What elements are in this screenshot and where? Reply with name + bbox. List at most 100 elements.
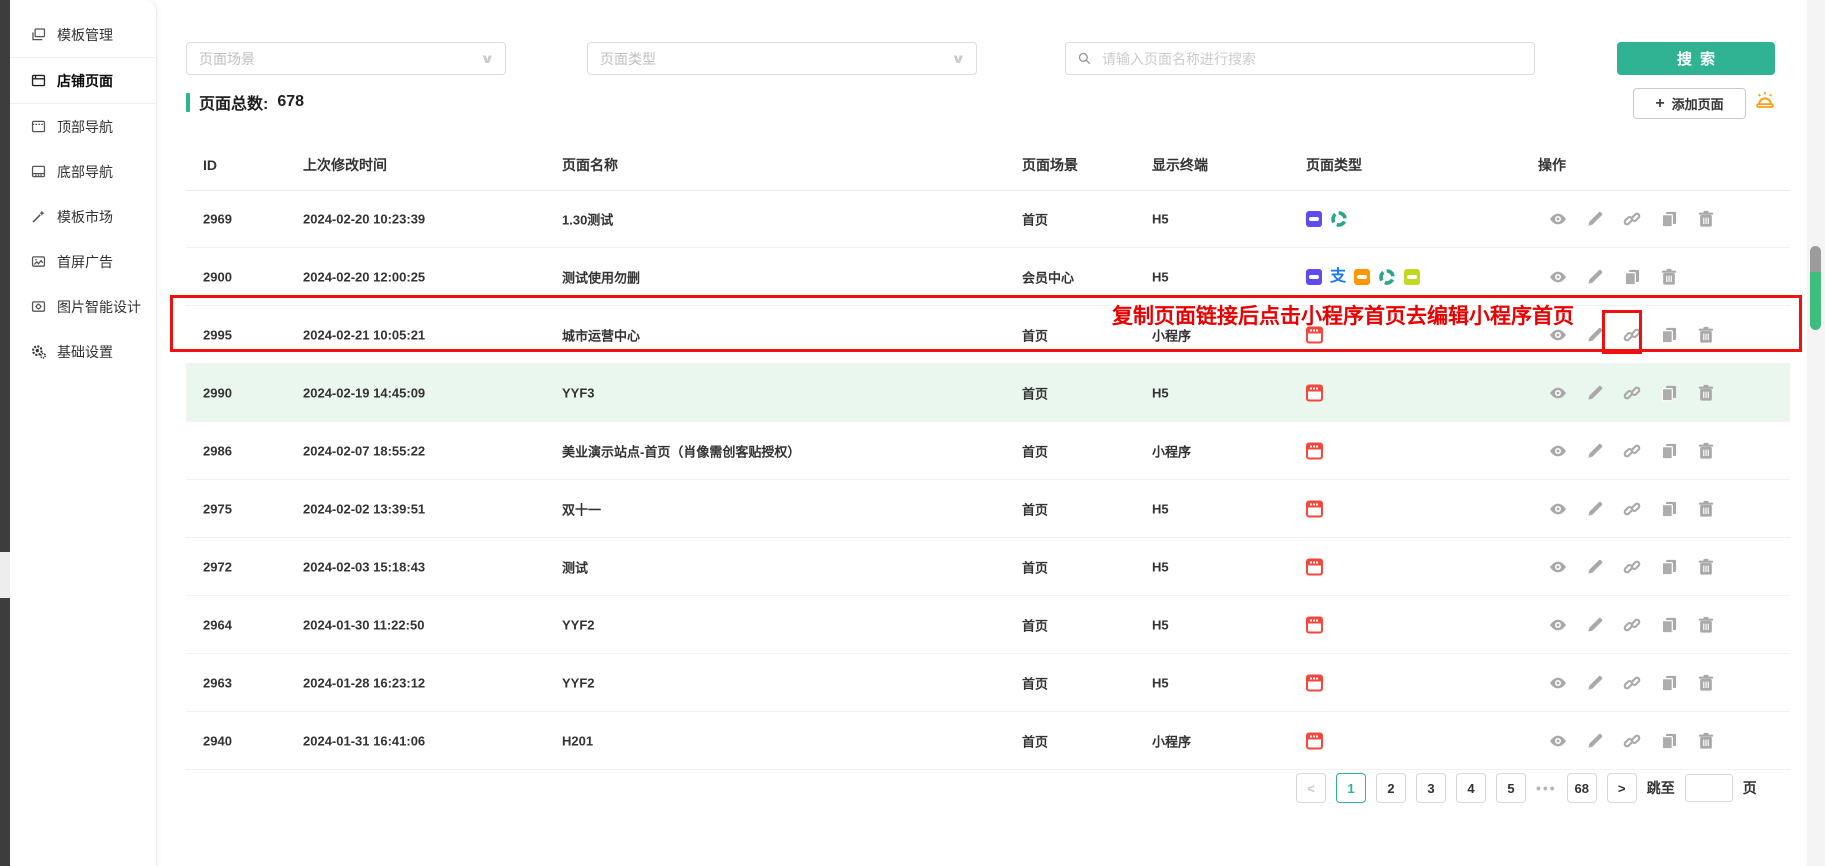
duplicate-icon[interactable] bbox=[1659, 383, 1679, 403]
sidebar-item-basic-settings[interactable]: 基础设置 bbox=[10, 329, 156, 374]
copy-link-icon[interactable] bbox=[1622, 557, 1642, 577]
delete-icon[interactable] bbox=[1696, 441, 1716, 461]
page-scene-placeholder: 页面场景 bbox=[199, 49, 255, 69]
delete-icon[interactable] bbox=[1696, 209, 1716, 229]
copy-link-icon[interactable] bbox=[1622, 731, 1642, 751]
prev-page-button[interactable]: < bbox=[1296, 773, 1326, 803]
copy-link-icon[interactable] bbox=[1622, 673, 1642, 693]
duplicate-icon[interactable] bbox=[1659, 209, 1679, 229]
page-button-1[interactable]: 1 bbox=[1336, 773, 1366, 803]
view-icon[interactable] bbox=[1548, 557, 1568, 577]
jump-page-input[interactable] bbox=[1685, 774, 1733, 802]
scrollbar-track[interactable] bbox=[1807, 0, 1825, 866]
table-row[interactable]: 2975 2024-02-02 13:39:51 双十一 首页 H5 bbox=[186, 480, 1790, 538]
next-page-button[interactable]: > bbox=[1607, 773, 1637, 803]
search-input[interactable] bbox=[1100, 50, 1523, 68]
cell-terminal: 小程序 bbox=[1152, 731, 1191, 750]
scrollbar-thumb-green[interactable] bbox=[1810, 272, 1821, 330]
view-icon[interactable] bbox=[1548, 615, 1568, 635]
duplicate-icon[interactable] bbox=[1622, 267, 1642, 287]
table-row[interactable]: 2986 2024-02-07 18:55:22 美业演示站点-首页（肖像需创客… bbox=[186, 422, 1790, 480]
edit-icon[interactable] bbox=[1585, 383, 1605, 403]
table-row[interactable]: 2972 2024-02-03 15:18:43 测试 首页 H5 bbox=[186, 538, 1790, 596]
duplicate-icon[interactable] bbox=[1659, 499, 1679, 519]
row-actions bbox=[1548, 209, 1716, 229]
sidebar-item-template-market[interactable]: 模板市场 bbox=[10, 194, 156, 239]
delete-icon[interactable] bbox=[1696, 325, 1716, 345]
duplicate-icon[interactable] bbox=[1659, 731, 1679, 751]
edit-icon[interactable] bbox=[1585, 731, 1605, 751]
view-icon[interactable] bbox=[1548, 267, 1568, 287]
view-icon[interactable] bbox=[1548, 673, 1568, 693]
app-yellow-icon bbox=[1404, 269, 1420, 285]
view-icon[interactable] bbox=[1548, 209, 1568, 229]
copy-link-icon[interactable] bbox=[1622, 615, 1642, 635]
copy-link-icon[interactable] bbox=[1622, 325, 1642, 345]
sidebar-item-image-design[interactable]: 图片智能设计 bbox=[10, 284, 156, 329]
delete-icon[interactable] bbox=[1696, 731, 1716, 751]
cell-terminal: H5 bbox=[1152, 501, 1169, 516]
table-row[interactable]: 2964 2024-01-30 11:22:50 YYF2 首页 H5 bbox=[186, 596, 1790, 654]
page-type-select[interactable]: 页面类型 ∨ bbox=[587, 42, 977, 75]
edit-icon[interactable] bbox=[1585, 441, 1605, 461]
copy-link-icon[interactable] bbox=[1622, 383, 1642, 403]
table-row-highlighted[interactable]: 2990 2024-02-19 14:45:09 YYF3 首页 H5 bbox=[186, 364, 1790, 422]
duplicate-icon[interactable] bbox=[1659, 441, 1679, 461]
table-row[interactable]: 2963 2024-01-28 16:23:12 YYF2 首页 H5 bbox=[186, 654, 1790, 712]
pagination: < 1 2 3 4 5 ••• 68 > 跳至 页 bbox=[1296, 773, 1757, 803]
edit-icon[interactable] bbox=[1585, 673, 1605, 693]
more-pages-ellipsis[interactable]: ••• bbox=[1536, 780, 1557, 796]
copy-link-icon[interactable] bbox=[1622, 499, 1642, 519]
duplicate-icon[interactable] bbox=[1659, 557, 1679, 577]
edit-icon[interactable] bbox=[1585, 209, 1605, 229]
accent-bar bbox=[186, 93, 190, 112]
sidebar-item-top-nav[interactable]: 顶部导航 bbox=[10, 104, 156, 149]
siren-icon[interactable] bbox=[1753, 89, 1777, 113]
edit-icon[interactable] bbox=[1585, 325, 1605, 345]
duplicate-icon[interactable] bbox=[1659, 325, 1679, 345]
cell-id: 2964 bbox=[203, 617, 232, 632]
page-scene-select[interactable]: 页面场景 ∨ bbox=[186, 42, 506, 75]
cell-page-type bbox=[1306, 616, 1323, 633]
delete-icon[interactable] bbox=[1696, 383, 1716, 403]
cell-page-type bbox=[1306, 210, 1348, 228]
edit-icon[interactable] bbox=[1585, 615, 1605, 635]
page-button-5[interactable]: 5 bbox=[1496, 773, 1526, 803]
view-icon[interactable] bbox=[1548, 441, 1568, 461]
sidebar-item-template-management[interactable]: 模板管理 bbox=[10, 12, 156, 58]
table-row[interactable]: 2900 2024-02-20 12:00:25 测试使用勿删 会员中心 H5 … bbox=[186, 248, 1790, 306]
sidebar-item-bottom-nav[interactable]: 底部导航 bbox=[10, 149, 156, 194]
copy-link-icon[interactable] bbox=[1622, 209, 1642, 229]
copy-link-icon[interactable] bbox=[1622, 441, 1642, 461]
table-row-annotated[interactable]: 2995 2024-02-21 10:05:21 城市运营中心 首页 小程序 bbox=[186, 306, 1790, 364]
page-button-last[interactable]: 68 bbox=[1567, 773, 1597, 803]
page-button-2[interactable]: 2 bbox=[1376, 773, 1406, 803]
view-icon[interactable] bbox=[1548, 499, 1568, 519]
view-icon[interactable] bbox=[1548, 731, 1568, 751]
sidebar-item-splash-ad[interactable]: 首屏广告 bbox=[10, 239, 156, 284]
table-row[interactable]: 2969 2024-02-20 10:23:39 1.30测试 首页 H5 bbox=[186, 190, 1790, 248]
cell-scene: 首页 bbox=[1022, 731, 1048, 750]
rail-scroll-indicator[interactable] bbox=[0, 552, 10, 598]
delete-icon[interactable] bbox=[1696, 557, 1716, 577]
view-icon[interactable] bbox=[1548, 325, 1568, 345]
delete-icon[interactable] bbox=[1696, 615, 1716, 635]
delete-icon[interactable] bbox=[1659, 267, 1679, 287]
sidebar-item-label: 模板管理 bbox=[57, 25, 113, 45]
view-icon[interactable] bbox=[1548, 383, 1568, 403]
table-row[interactable]: 2940 2024-01-31 16:41:06 H201 首页 小程序 bbox=[186, 712, 1790, 770]
sidebar-item-shop-pages[interactable]: 店铺页面 bbox=[10, 58, 156, 104]
page-button-4[interactable]: 4 bbox=[1456, 773, 1486, 803]
duplicate-icon[interactable] bbox=[1659, 615, 1679, 635]
add-page-button[interactable]: + 添加页面 bbox=[1633, 88, 1746, 119]
edit-icon[interactable] bbox=[1585, 557, 1605, 577]
search-button[interactable]: 搜索 bbox=[1617, 42, 1775, 75]
delete-icon[interactable] bbox=[1696, 673, 1716, 693]
edit-icon[interactable] bbox=[1585, 267, 1605, 287]
delete-icon[interactable] bbox=[1696, 499, 1716, 519]
cell-modified: 2024-02-02 13:39:51 bbox=[303, 501, 425, 516]
jump-to-label: 跳至 bbox=[1647, 778, 1675, 798]
page-button-3[interactable]: 3 bbox=[1416, 773, 1446, 803]
duplicate-icon[interactable] bbox=[1659, 673, 1679, 693]
edit-icon[interactable] bbox=[1585, 499, 1605, 519]
